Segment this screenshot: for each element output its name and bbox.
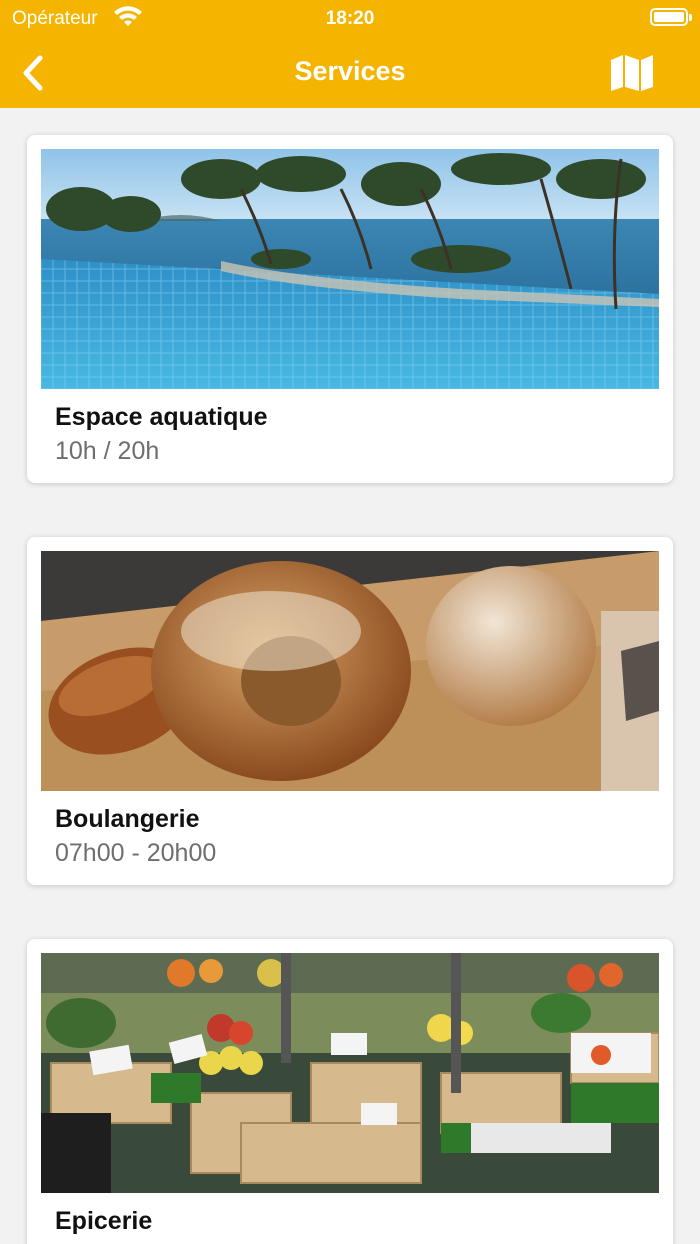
service-title: Espace aquatique [55, 403, 268, 431]
service-card-boulangerie[interactable]: Boulangerie 07h00 - 20h00 [27, 537, 673, 885]
map-icon[interactable] [608, 53, 656, 93]
service-image-grocery [41, 953, 659, 1193]
service-title: Boulangerie [55, 805, 200, 833]
service-card-epicerie[interactable]: Epicerie [27, 939, 673, 1244]
navigation-bar: Services [0, 40, 700, 108]
service-image-pool [41, 149, 659, 389]
status-bar: Opérateur 18:20 [0, 0, 700, 40]
service-hours: 10h / 20h [55, 437, 160, 465]
app-header: Opérateur 18:20 Services [0, 0, 700, 108]
service-card-espace-aquatique[interactable]: Espace aquatique 10h / 20h [27, 135, 673, 483]
status-time: 18:20 [325, 8, 375, 29]
page-title: Services [294, 56, 406, 86]
battery-icon [650, 8, 692, 26]
service-image-bakery [41, 551, 659, 791]
service-title: Epicerie [55, 1207, 153, 1235]
service-hours: 07h00 - 20h00 [55, 839, 217, 867]
services-list[interactable]: Espace aquatique 10h / 20h Boulangerie 0… [0, 108, 700, 1244]
